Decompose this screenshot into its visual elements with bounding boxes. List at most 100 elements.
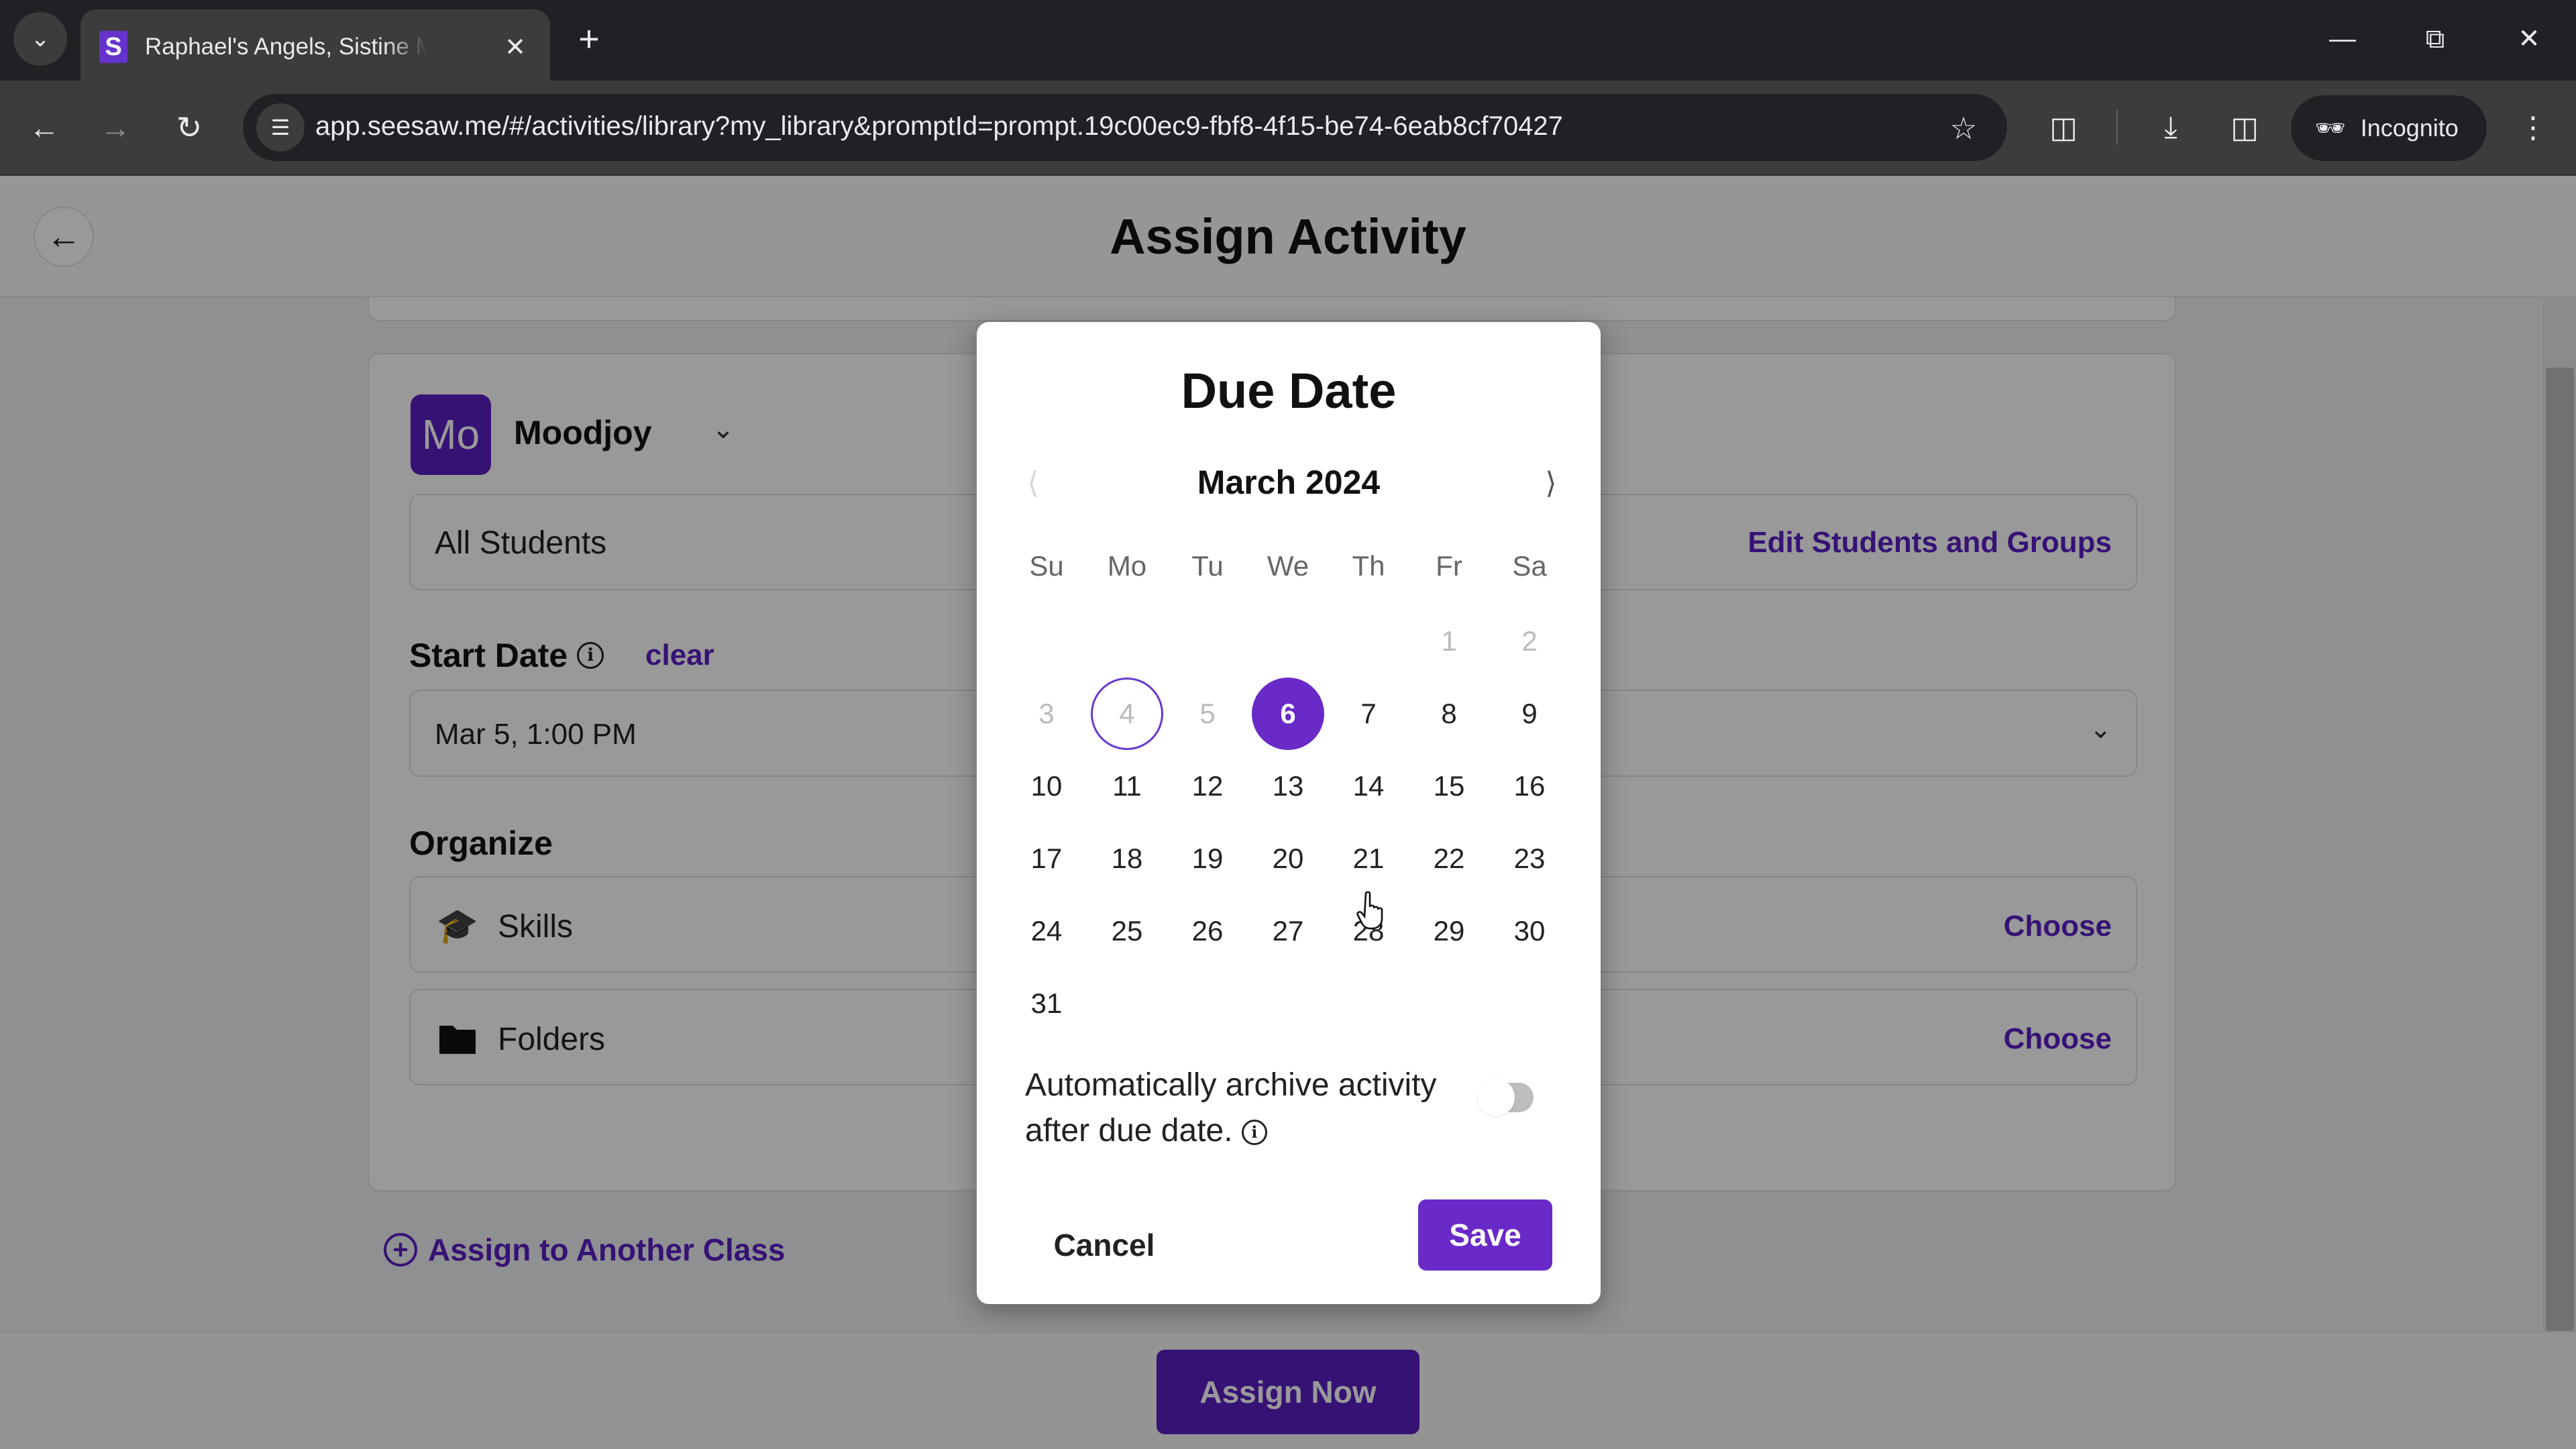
month-label: March 2024 [1197, 464, 1381, 501]
calendar-day-number: 13 [1272, 770, 1304, 802]
calendar-day-number: 17 [1030, 843, 1063, 874]
calendar-day[interactable]: 8 [1409, 678, 1489, 750]
chevron-right-icon: ⟩ [1545, 466, 1557, 500]
calendar-spacer [1248, 586, 1328, 605]
close-icon: ✕ [504, 33, 526, 62]
page-content: ← Assign Activity Mo Moodjoy ⌄ All Stude… [0, 176, 2576, 1449]
calendar-spacer [1087, 586, 1167, 605]
chevron-left-icon: ⟨ [1027, 466, 1039, 500]
calendar-day-number: 10 [1030, 770, 1063, 802]
restore-button[interactable]: ⧉ [2408, 15, 2462, 63]
calendar-day[interactable]: 18 [1087, 822, 1167, 895]
calendar-day-number: 29 [1433, 915, 1465, 947]
url-text[interactable]: app.seesaw.me/#/activities/library?my_li… [315, 111, 1563, 142]
calendar-day-number: 14 [1352, 770, 1385, 802]
calendar-day-number: 3 [1038, 698, 1055, 729]
browser-toolbar: ← → ↻ ☰ app.seesaw.me/#/activities/libra… [0, 80, 2576, 176]
calendar-day[interactable]: 7 [1328, 678, 1409, 750]
downloads-button[interactable]: ⤓ [2147, 103, 2195, 152]
calendar-day[interactable]: 31 [1006, 967, 1087, 1040]
calendar-day: 3 [1006, 678, 1087, 750]
incognito-profile-button[interactable]: 🕶 Incognito [2291, 95, 2487, 161]
calendar-day-number: 16 [1513, 770, 1546, 802]
calendar-day-number: 19 [1191, 843, 1224, 874]
calendar-day[interactable]: 27 [1248, 895, 1328, 967]
calendar-day-number: 2 [1521, 625, 1538, 657]
address-bar[interactable]: ☰ app.seesaw.me/#/activities/library?my_… [243, 94, 2007, 161]
calendar-day[interactable]: 19 [1167, 822, 1248, 895]
due-date-dialog: Due Date March 2024 ⟨ ⟩ Su Mo Tu We Th Fr Sa 1 2… [977, 322, 1601, 1304]
reload-button[interactable]: ↻ [165, 103, 213, 152]
calendar-day[interactable]: 15 [1409, 750, 1489, 822]
side-panel-button[interactable]: ◫ [2220, 103, 2269, 152]
toolbar-divider [2116, 110, 2118, 145]
calendar-day-number: 9 [1521, 698, 1538, 729]
auto-archive-label: Automatically archive activity after due… [1025, 1063, 1454, 1154]
forward-nav-button[interactable]: → [91, 103, 140, 152]
calendar-day[interactable]: 9 [1489, 678, 1570, 750]
weekday-header: Fr [1436, 550, 1462, 582]
calendar-day-number: 11 [1112, 770, 1142, 802]
calendar-day[interactable]: 30 [1489, 895, 1570, 967]
extensions-button[interactable]: ◫ [2039, 103, 2088, 152]
seesaw-favicon-icon: S [99, 31, 127, 63]
calendar-day[interactable]: 17 [1006, 822, 1087, 895]
previous-month-button[interactable]: ⟨ [1013, 463, 1053, 503]
calendar-day-number: 5 [1199, 698, 1216, 729]
minimize-button[interactable]: — [2316, 15, 2369, 63]
calendar-day[interactable]: 21 [1328, 822, 1409, 895]
window-close-button[interactable]: ✕ [2502, 15, 2556, 63]
calendar-day[interactable]: 24 [1006, 895, 1087, 967]
download-icon: ⤓ [2164, 111, 2178, 144]
calendar-day-number: 12 [1191, 770, 1224, 802]
calendar-day-number: 4 [1091, 678, 1163, 750]
calendar-day[interactable]: 13 [1248, 750, 1328, 822]
calendar-day[interactable]: 11 [1087, 750, 1167, 822]
auto-archive-toggle[interactable] [1477, 1079, 1534, 1116]
calendar-day-number: 30 [1513, 915, 1546, 947]
plus-icon: + [578, 19, 600, 59]
incognito-icon: 🕶 [2315, 114, 2346, 142]
new-tab-button[interactable]: + [570, 19, 608, 59]
browser-tab-active[interactable]: S Raphael's Angels, Sistine Madonna ✕ [80, 9, 550, 80]
site-info-button[interactable]: ☰ [256, 103, 305, 152]
incognito-label: Incognito [2360, 114, 2459, 142]
calendar-day[interactable]: 10 [1006, 750, 1087, 822]
browser-tab-strip: ⌄ S Raphael's Angels, Sistine Madonna ✕ … [0, 0, 2576, 80]
calendar-spacer [1167, 586, 1248, 605]
calendar-day[interactable]: 25 [1087, 895, 1167, 967]
calendar-day-number: 20 [1272, 843, 1304, 874]
weekday-header: We [1267, 550, 1309, 582]
minimize-icon: — [2329, 23, 2356, 54]
info-icon[interactable]: i [1241, 1120, 1267, 1146]
tab-close-button[interactable]: ✕ [496, 28, 534, 66]
calendar-day[interactable]: 29 [1409, 895, 1489, 967]
browser-menu-button[interactable]: ⋮ [2509, 103, 2557, 152]
calendar-day[interactable]: 14 [1328, 750, 1409, 822]
calendar-day-number: 23 [1513, 843, 1546, 874]
calendar-day-number: 25 [1111, 915, 1143, 947]
restore-icon: ⧉ [2425, 23, 2445, 54]
back-nav-button[interactable]: ← [20, 103, 68, 152]
calendar-day[interactable]: 23 [1489, 822, 1570, 895]
calendar-day[interactable]: 26 [1167, 895, 1248, 967]
tune-icon: ☰ [270, 115, 290, 140]
tab-search-button[interactable]: ⌄ [13, 12, 67, 66]
cancel-button[interactable]: Cancel [1037, 1210, 1171, 1280]
calendar-day[interactable]: 22 [1409, 822, 1489, 895]
calendar-spacer [1328, 586, 1409, 605]
save-button[interactable]: Save [1418, 1199, 1552, 1271]
bookmark-button[interactable]: ☆ [1940, 105, 1987, 152]
calendar-day-number: 21 [1352, 843, 1385, 874]
calendar-day[interactable]: 12 [1167, 750, 1248, 822]
calendar-day-selected[interactable]: 6 [1248, 678, 1328, 750]
arrow-left-icon: ← [29, 110, 60, 145]
calendar-day[interactable]: 20 [1248, 822, 1328, 895]
calendar-day-number: 7 [1360, 698, 1377, 729]
reload-icon: ↻ [176, 110, 203, 145]
calendar-day[interactable]: 16 [1489, 750, 1570, 822]
calendar-day-number: 24 [1030, 915, 1063, 947]
next-month-button[interactable]: ⟩ [1531, 463, 1571, 503]
weekday-header: Th [1352, 550, 1385, 582]
calendar-spacer [1409, 586, 1489, 605]
